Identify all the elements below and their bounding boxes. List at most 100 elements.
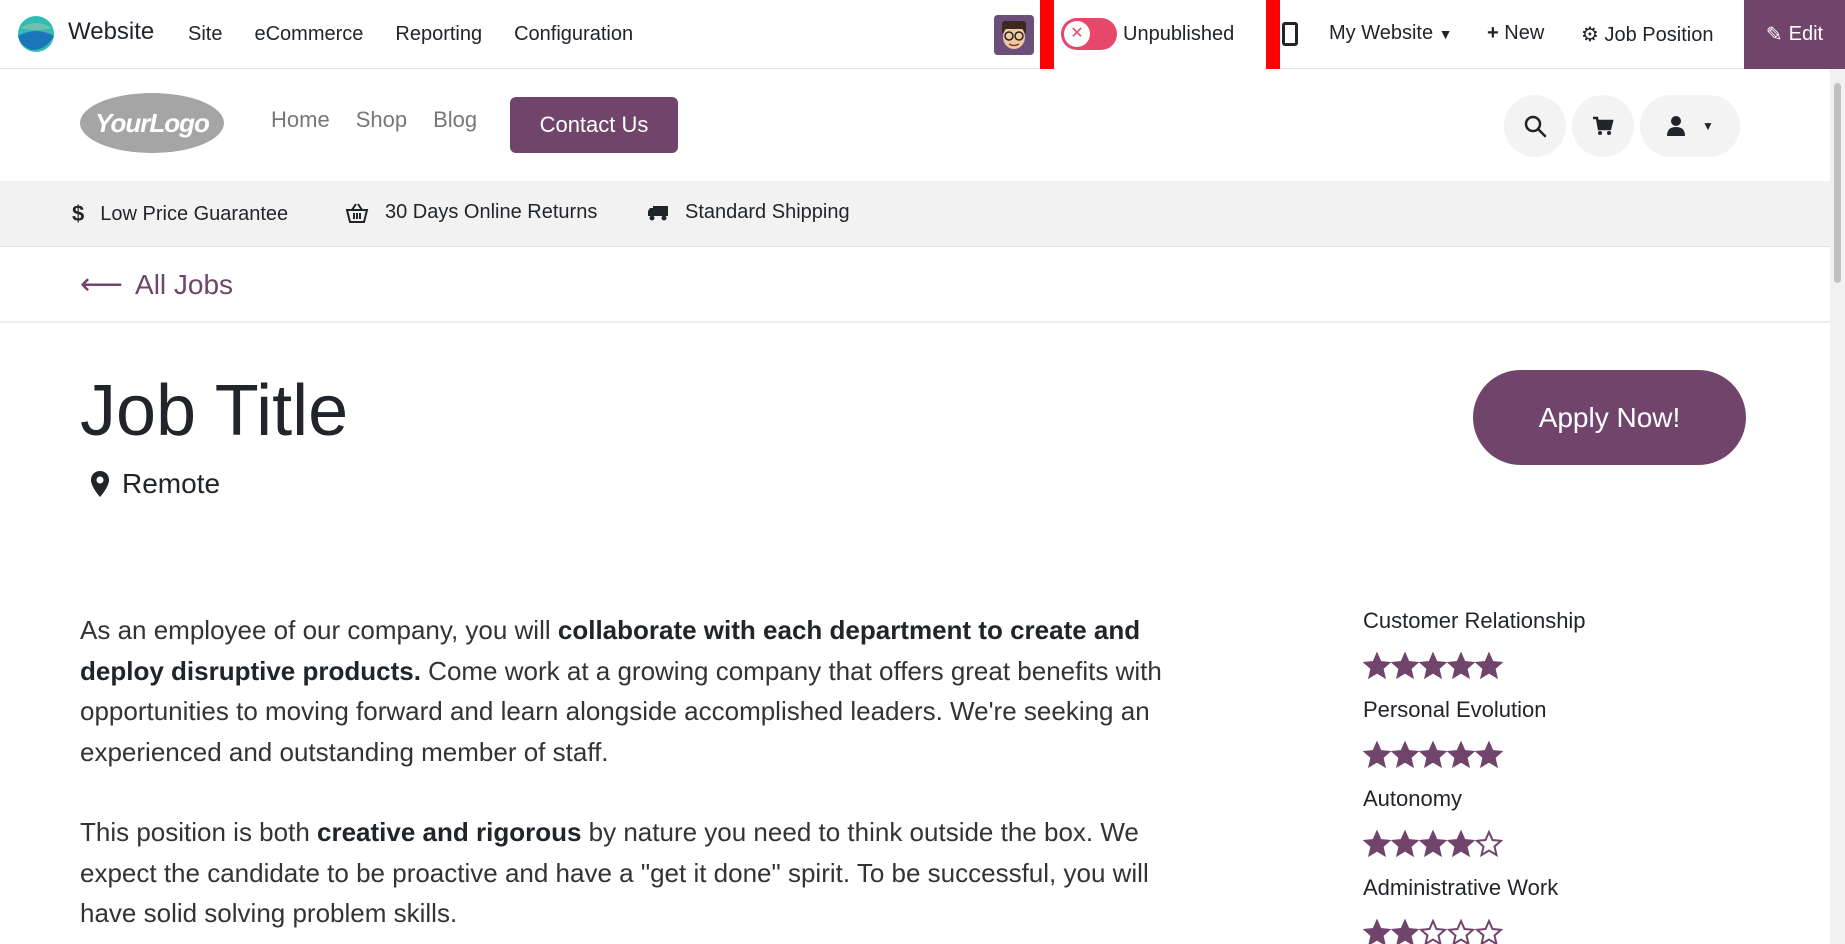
star-filled-icon [1391, 741, 1419, 769]
star-rating [1363, 919, 1663, 944]
arrow-left-icon: ⟵ [80, 268, 124, 301]
perks-bar: $ Low Price Guarantee 30 Days Online Ret… [0, 181, 1830, 247]
publish-status-label[interactable]: Unpublished [1123, 23, 1234, 46]
edit-button[interactable]: ✎ Edit [1744, 0, 1845, 69]
mobile-preview-icon[interactable] [1282, 22, 1298, 46]
basket-icon [345, 202, 369, 223]
star-rating [1363, 652, 1663, 680]
app-name[interactable]: Website [68, 18, 154, 46]
skill-label: Personal Evolution [1363, 697, 1547, 722]
job-description: As an employee of our company, you will … [80, 610, 1190, 944]
text: This position is both [80, 817, 318, 847]
menu-configuration[interactable]: Configuration [514, 23, 633, 46]
star-filled-icon [1363, 652, 1391, 680]
site-logo[interactable]: YourLogo [80, 93, 224, 153]
publish-toggle[interactable]: ✕ Unpublished [1058, 0, 1234, 68]
star-empty-icon [1475, 830, 1503, 858]
perk-shipping: Standard Shipping [647, 201, 850, 224]
nav-blog[interactable]: Blog [433, 107, 477, 133]
location-label: Remote [122, 468, 221, 499]
new-label: New [1504, 22, 1545, 44]
menu-reporting[interactable]: Reporting [395, 23, 482, 46]
nav-home[interactable]: Home [271, 107, 330, 133]
skill-personal-evolution: Personal Evolution [1363, 697, 1663, 786]
star-filled-icon [1419, 830, 1447, 858]
star-empty-icon [1419, 919, 1447, 944]
star-filled-icon [1475, 652, 1503, 680]
skill-label: Administrative Work [1363, 875, 1559, 900]
perk-label: Standard Shipping [685, 201, 850, 223]
star-rating [1363, 830, 1663, 858]
perk-returns: 30 Days Online Returns [345, 201, 597, 224]
caret-down-icon: ▼ [1438, 26, 1453, 42]
perk-label: 30 Days Online Returns [385, 201, 598, 223]
star-filled-icon [1447, 741, 1475, 769]
apply-now-button[interactable]: Apply Now! [1473, 370, 1746, 465]
skills-panel: Customer Relationship Personal Evolution… [1363, 608, 1663, 944]
search-icon [1524, 115, 1547, 138]
contact-us-button[interactable]: Contact Us [510, 97, 678, 153]
text: As an employee of our company, you will [80, 615, 558, 645]
skill-administrative-work: Administrative Work [1363, 875, 1663, 944]
avatar-image [994, 15, 1034, 55]
perk-low-price: $ Low Price Guarantee [72, 201, 288, 227]
user-menu-button[interactable]: ▼ [1640, 95, 1740, 157]
star-filled-icon [1419, 741, 1447, 769]
star-filled-icon [1391, 919, 1419, 944]
my-website-dropdown[interactable]: My Website ▼ [1329, 22, 1453, 45]
job-position-button[interactable]: ⚙ Job Position [1581, 22, 1713, 47]
menu-ecommerce[interactable]: eCommerce [254, 23, 363, 46]
star-filled-icon [1419, 652, 1447, 680]
top-menu: Site eCommerce Reporting Configuration [188, 0, 665, 69]
cart-button[interactable] [1572, 95, 1634, 157]
user-avatar[interactable] [994, 15, 1034, 55]
site-nav: Home Shop Blog [271, 107, 503, 133]
publish-switch[interactable]: ✕ [1061, 18, 1117, 50]
skill-label: Customer Relationship [1363, 608, 1586, 633]
star-filled-icon [1447, 830, 1475, 858]
user-icon [1667, 116, 1686, 136]
back-bar: ⟵ All Jobs [0, 247, 1830, 323]
map-marker-icon [91, 471, 109, 497]
star-empty-icon [1447, 919, 1475, 944]
page-scrollbar[interactable] [1830, 69, 1845, 944]
job-location: Remote [90, 468, 220, 500]
plus-icon: + [1487, 22, 1499, 44]
new-button[interactable]: + New [1487, 22, 1544, 45]
cart-icon [1593, 116, 1614, 135]
nav-shop[interactable]: Shop [356, 107, 407, 133]
perk-label: Low Price Guarantee [100, 202, 289, 225]
skill-autonomy: Autonomy [1363, 786, 1663, 875]
emphasis-text: creative and rigorous [317, 817, 582, 847]
job-title: Job Title [80, 371, 349, 451]
gear-icon: ⚙ [1581, 24, 1599, 46]
star-empty-icon [1475, 919, 1503, 944]
caret-down-icon: ▼ [1702, 119, 1714, 133]
admin-topbar: Website Site eCommerce Reporting Configu… [0, 0, 1845, 84]
skill-customer-relationship: Customer Relationship [1363, 608, 1663, 697]
close-icon: ✕ [1064, 21, 1090, 47]
description-paragraph-1: As an employee of our company, you will … [80, 610, 1190, 772]
star-filled-icon [1391, 830, 1419, 858]
my-website-label: My Website [1329, 22, 1434, 44]
description-paragraph-2: This position is both creative and rigor… [80, 812, 1190, 934]
star-rating [1363, 741, 1663, 769]
search-button[interactable] [1504, 95, 1566, 157]
star-filled-icon [1363, 741, 1391, 769]
edit-label: Edit [1788, 23, 1824, 45]
menu-site[interactable]: Site [188, 23, 222, 46]
star-filled-icon [1447, 652, 1475, 680]
pencil-icon: ✎ [1765, 24, 1783, 46]
all-jobs-link[interactable]: ⟵ All Jobs [80, 267, 233, 302]
scrollbar-thumb[interactable] [1834, 83, 1841, 283]
star-filled-icon [1391, 652, 1419, 680]
all-jobs-label: All Jobs [135, 268, 234, 300]
star-filled-icon [1363, 830, 1391, 858]
star-filled-icon [1475, 741, 1503, 769]
website-app-icon[interactable] [16, 14, 56, 54]
star-filled-icon [1363, 919, 1391, 944]
site-header: YourLogo Home Shop Blog Contact Us ▼ [0, 69, 1830, 181]
skill-label: Autonomy [1363, 786, 1463, 811]
job-position-label: Job Position [1604, 24, 1714, 46]
dollar-icon: $ [72, 201, 85, 226]
